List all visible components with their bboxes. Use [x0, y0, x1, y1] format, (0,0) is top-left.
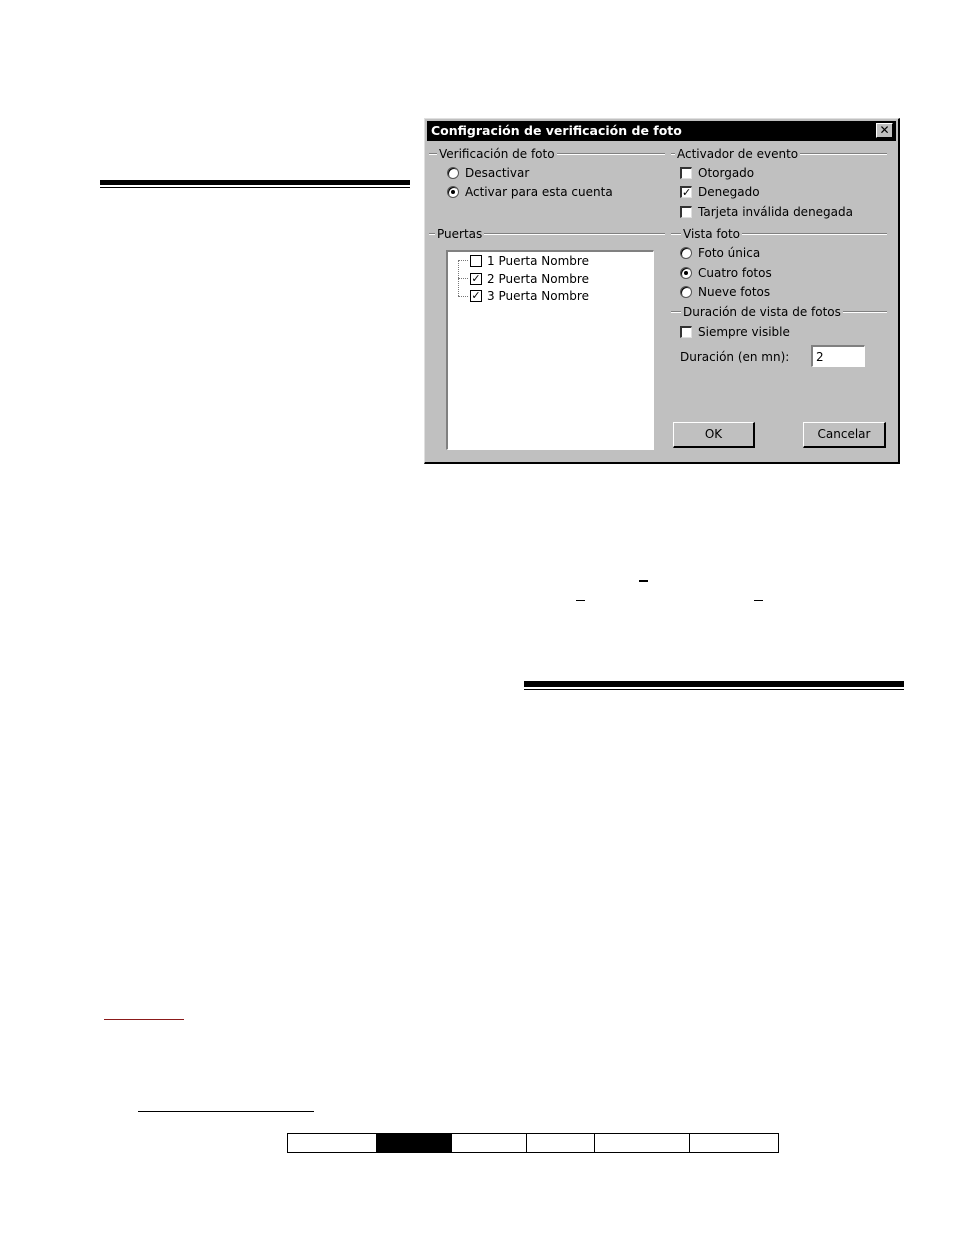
- radio-nine-photos-label: Nueve fotos: [698, 285, 771, 299]
- group-line: [429, 153, 437, 155]
- group-line: [671, 153, 675, 155]
- radio-deactivate[interactable]: Desactivar: [447, 166, 529, 180]
- group-line: [671, 233, 681, 235]
- door-item[interactable]: ✓ 3 Puerta Nombre: [470, 289, 589, 303]
- duration-input[interactable]: [811, 345, 865, 367]
- checkbox-invalid-card-denied[interactable]: Tarjeta inválida denegada: [680, 205, 853, 219]
- ok-button[interactable]: OK: [673, 422, 755, 448]
- section-rule-right: [524, 681, 904, 687]
- doors-group: Puertas: [429, 228, 665, 240]
- footnote-rule: [138, 1111, 314, 1112]
- radio-deactivate-label: Desactivar: [465, 166, 530, 180]
- radio-activate-label: Activar para esta cuenta: [465, 185, 613, 199]
- door-item[interactable]: ✓ 2 Puerta Nombre: [470, 272, 589, 286]
- group-line: [556, 153, 665, 155]
- check-mark-icon: ✓: [680, 186, 692, 199]
- radio-circle-selected: [680, 267, 692, 279]
- radio-single-photo-label: Foto única: [698, 246, 761, 260]
- close-button[interactable]: ✕: [876, 123, 893, 138]
- group-line: [484, 233, 665, 235]
- door-label: 3 Puerta Nombre: [487, 289, 589, 303]
- photo-duration-group: Duración de vista de fotos: [671, 306, 887, 318]
- doors-label: Puertas: [437, 227, 483, 241]
- check-mark-icon[interactable]: ✓: [470, 290, 482, 302]
- mark-1: [639, 580, 648, 582]
- checkbox-always-visible[interactable]: Siempre visible: [680, 325, 790, 339]
- dialog-titlebar[interactable]: Configración de verificación de foto ✕: [427, 121, 896, 141]
- door-item[interactable]: 1 Puerta Nombre: [470, 254, 589, 268]
- group-line: [842, 311, 887, 313]
- footer-cell-2-active: [377, 1134, 452, 1152]
- section-rule-right-thin: [524, 689, 904, 690]
- cancel-button[interactable]: Cancelar: [803, 422, 886, 448]
- footer-tab-strip: [287, 1133, 779, 1153]
- photo-verification-label: Verificación de foto: [439, 147, 555, 161]
- mark-2: [576, 600, 585, 601]
- group-line: [429, 233, 435, 235]
- doors-tree[interactable]: 1 Puerta Nombre ✓ 2 Puerta Nombre ✓ 3 Pu…: [446, 250, 654, 450]
- radio-circle: [680, 286, 692, 298]
- red-underline: [104, 1019, 184, 1020]
- checkbox-denied-label: Denegado: [698, 185, 760, 199]
- section-rule-left: [100, 180, 410, 185]
- footer-cell-6: [690, 1134, 778, 1152]
- photo-duration-label: Duración de vista de fotos: [683, 305, 841, 319]
- section-rule-left-thin: [100, 187, 410, 188]
- footer-cell-3: [452, 1134, 527, 1152]
- footer-cell-4: [527, 1134, 595, 1152]
- tree-connector: [458, 260, 468, 261]
- radio-circle: [447, 167, 459, 179]
- door-label: 2 Puerta Nombre: [487, 272, 589, 286]
- photo-view-group: Vista foto: [671, 228, 887, 240]
- door-label: 1 Puerta Nombre: [487, 254, 589, 268]
- radio-four-photos[interactable]: Cuatro fotos: [680, 266, 772, 280]
- checkbox-granted[interactable]: Otorgado: [680, 166, 754, 180]
- radio-nine-photos[interactable]: Nueve fotos: [680, 285, 770, 299]
- checkbox-denied[interactable]: ✓ Denegado: [680, 185, 760, 199]
- radio-single-photo[interactable]: Foto única: [680, 246, 760, 260]
- photo-view-label: Vista foto: [683, 227, 741, 241]
- checkbox-box: [680, 206, 692, 218]
- event-trigger-group: Activador de evento: [671, 148, 887, 160]
- footer-cell-1: [288, 1134, 377, 1152]
- checkbox-box: [680, 326, 692, 338]
- group-line: [800, 153, 887, 155]
- radio-four-photos-label: Cuatro fotos: [698, 266, 772, 280]
- radio-circle: [680, 247, 692, 259]
- mark-3: [754, 600, 763, 601]
- group-line: [671, 311, 681, 313]
- tree-connector: [458, 296, 468, 297]
- dialog-title: Configración de verificación de foto: [431, 123, 682, 138]
- radio-circle-selected: [447, 186, 459, 198]
- footer-cell-5: [595, 1134, 690, 1152]
- duration-label: Duración (en mn):: [680, 350, 790, 364]
- tree-connector: [458, 278, 468, 279]
- checkbox-always-visible-label: Siempre visible: [698, 325, 790, 339]
- group-line: [742, 233, 887, 235]
- event-trigger-label: Activador de evento: [677, 147, 799, 161]
- checkbox-invalid-card-label: Tarjeta inválida denegada: [698, 205, 853, 219]
- door-checkbox[interactable]: [470, 255, 482, 267]
- check-mark-icon[interactable]: ✓: [470, 273, 482, 285]
- radio-activate-account[interactable]: Activar para esta cuenta: [447, 185, 613, 199]
- photo-verification-dialog: Configración de verificación de foto ✕ V…: [424, 118, 900, 464]
- checkbox-granted-label: Otorgado: [698, 166, 755, 180]
- checkbox-box: [680, 167, 692, 179]
- photo-verification-group: Verificación de foto: [429, 148, 665, 160]
- close-icon: ✕: [879, 123, 890, 137]
